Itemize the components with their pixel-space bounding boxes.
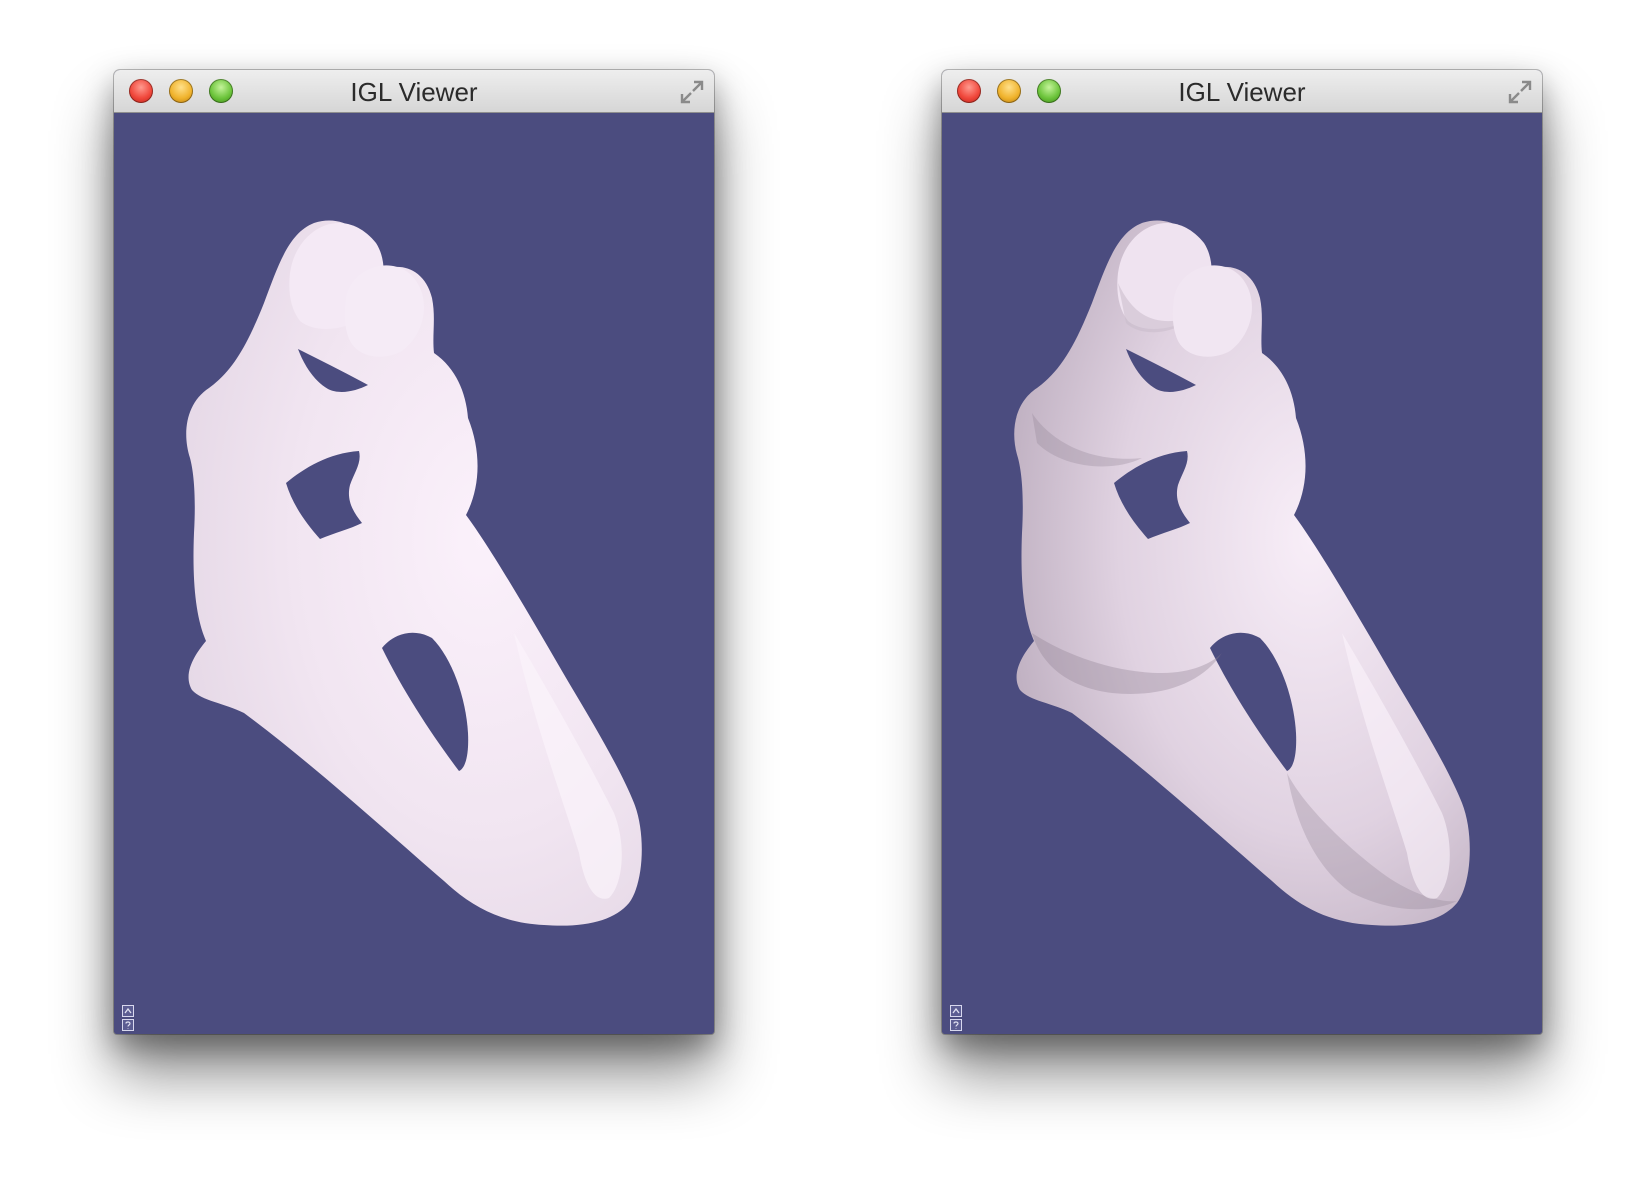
fullscreen-icon[interactable]: [1506, 78, 1534, 106]
mother-child-sculpture-model: [186, 220, 642, 926]
fullscreen-icon[interactable]: [678, 78, 706, 106]
3d-viewport[interactable]: [942, 113, 1542, 1034]
viewer-window-left: IGL Viewer: [114, 70, 714, 1034]
3d-viewport[interactable]: [114, 113, 714, 1034]
viewer-window-right: IGL Viewer: [942, 70, 1542, 1034]
help-icon[interactable]: [950, 1019, 962, 1031]
window-title: IGL Viewer: [350, 77, 478, 107]
tweakbar-toggle-icon[interactable]: [950, 1005, 962, 1017]
titlebar[interactable]: IGL Viewer: [942, 70, 1542, 113]
window-title: IGL Viewer: [1178, 77, 1306, 107]
tweakbar-toggle-icon[interactable]: [122, 1005, 134, 1017]
help-icon[interactable]: [122, 1019, 134, 1031]
titlebar[interactable]: IGL Viewer: [114, 70, 714, 113]
mother-child-sculpture-model-ao: [1014, 220, 1470, 926]
